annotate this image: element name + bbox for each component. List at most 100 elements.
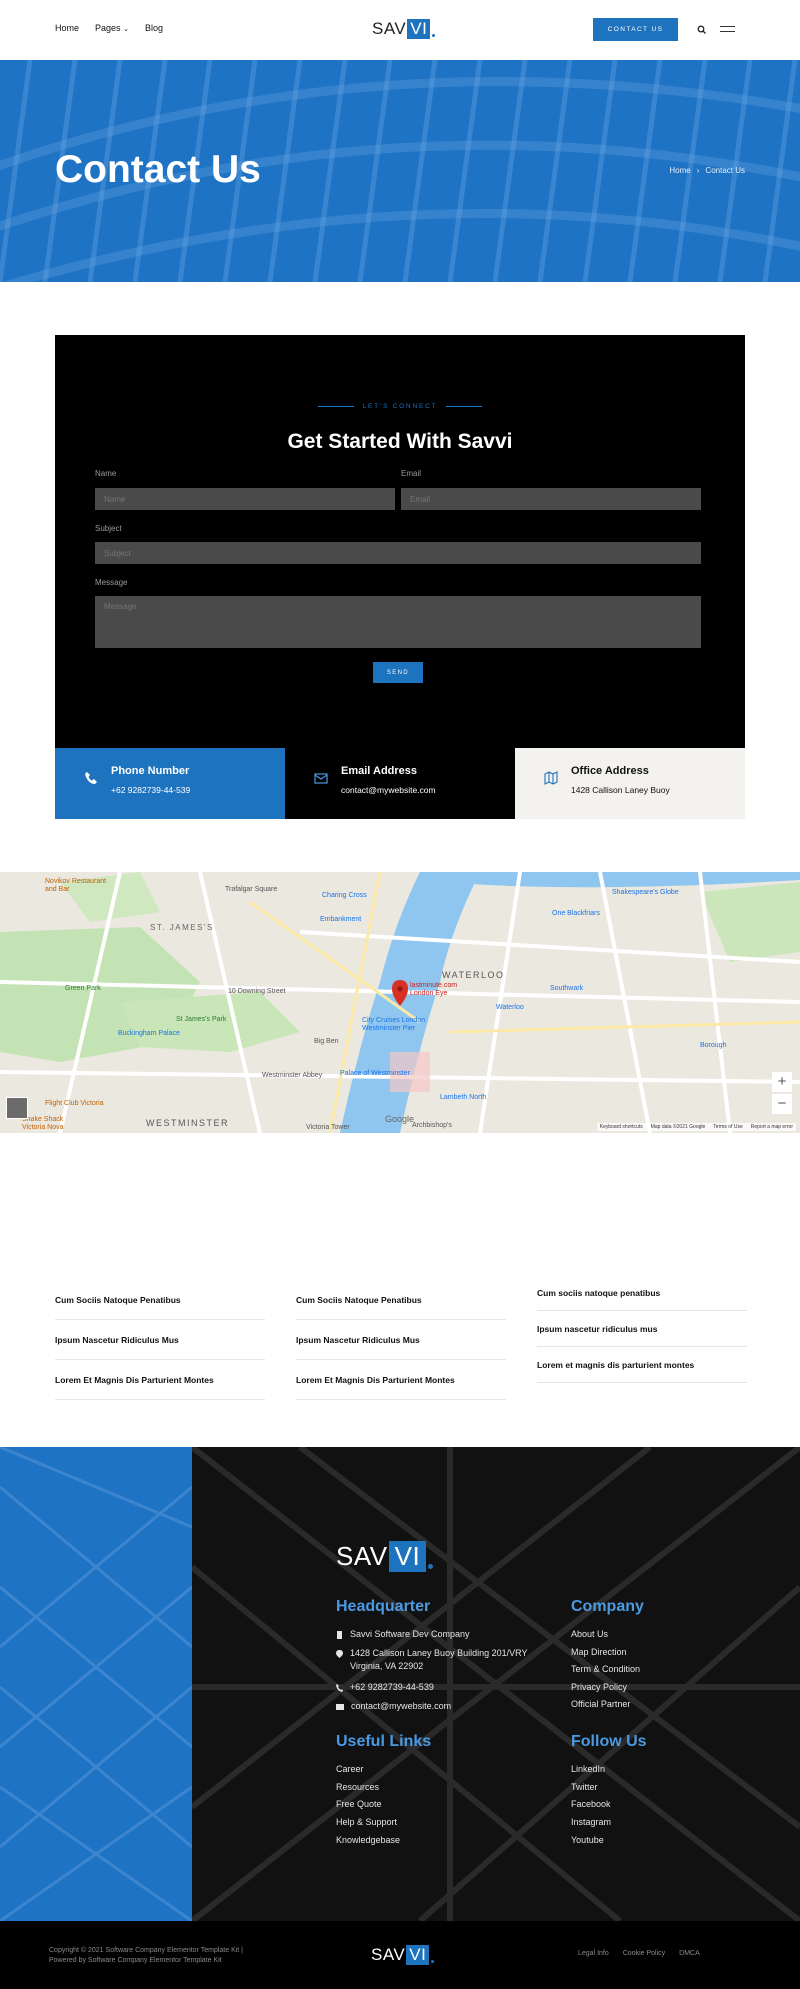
- bottom-bar: Copyright © 2021 Software Company Elemen…: [0, 1921, 800, 1989]
- map-keyboard-shortcuts[interactable]: Keyboard shortcuts: [600, 1124, 643, 1130]
- footer-link-kb[interactable]: Knowledgebase: [336, 1835, 400, 1845]
- google-map[interactable]: Trafalgar Square ST. JAMES'S WATERLOO WE…: [0, 872, 800, 1133]
- footer-logo-text: SAV: [336, 1541, 388, 1571]
- hq-address-line2: Virginia, VA 22902: [350, 1661, 424, 1671]
- hq-address: 1428 Callison Laney Buoy Building 201/VR…: [350, 1647, 527, 1673]
- hamburger-menu-icon[interactable]: [720, 26, 735, 34]
- message-textarea[interactable]: [95, 596, 701, 648]
- footer-link-privacy[interactable]: Privacy Policy: [571, 1682, 627, 1692]
- breadcrumb: Home › Contact Us: [669, 166, 745, 175]
- message-label: Message: [95, 578, 128, 587]
- map-label-waterloo-station: Waterloo: [496, 1004, 524, 1011]
- footer-link-career[interactable]: Career: [336, 1764, 364, 1774]
- cookie-policy-link[interactable]: Cookie Policy: [623, 1950, 665, 1957]
- nav-pages[interactable]: Pages ⌄: [95, 23, 129, 33]
- footer-link-quote[interactable]: Free Quote: [336, 1799, 382, 1809]
- list-item[interactable]: Cum Sociis Natoque Penatibus: [296, 1280, 506, 1320]
- legal-info-link[interactable]: Legal Info: [578, 1950, 609, 1957]
- copyright: Copyright © 2021 Software Company Elemen…: [49, 1946, 243, 1966]
- footer-link-map[interactable]: Map Direction: [571, 1647, 627, 1657]
- hq-address-line1: 1428 Callison Laney Buoy Building 201/VR…: [350, 1648, 528, 1658]
- email-card: Email Address contact@mywebsite.com: [285, 748, 515, 819]
- map-terms[interactable]: Terms of Use: [713, 1124, 742, 1130]
- footer-logo-box: VI: [388, 1541, 427, 1572]
- eyebrow-text: LET'S CONNECT: [362, 403, 438, 410]
- map-zoom-out-button[interactable]: −: [772, 1094, 792, 1114]
- name-input[interactable]: [95, 488, 395, 510]
- office-card-title: Office Address: [571, 765, 649, 777]
- map-label-st-james-park: St James's Park: [176, 1016, 227, 1023]
- email-card-title: Email Address: [341, 765, 418, 777]
- hq-phone-row: +62 9282739-44-539: [336, 1681, 434, 1694]
- hq-phone: +62 9282739-44-539: [350, 1682, 434, 1692]
- link-list-2: Cum Sociis Natoque Penatibus Ipsum Nasce…: [296, 1280, 506, 1400]
- contact-page: Home Pages ⌄ Blog SAV VI CONTACT US Conta…: [0, 0, 800, 1989]
- map-label-lambeth: Lambeth North: [440, 1094, 487, 1101]
- follow-us-heading: Follow Us: [571, 1733, 647, 1750]
- contact-form-section: LET'S CONNECT Get Started With Savvi Nam…: [55, 335, 745, 748]
- breadcrumb-current: Contact Us: [705, 166, 745, 175]
- subject-input[interactable]: [95, 542, 701, 564]
- site-logo[interactable]: SAV VI: [372, 19, 436, 39]
- footer-link-resources[interactable]: Resources: [336, 1782, 379, 1792]
- map-label-big-ben: Big Ben: [314, 1038, 339, 1045]
- footer-logo[interactable]: SAV VI: [336, 1541, 434, 1572]
- email-input[interactable]: [401, 488, 701, 510]
- contact-us-button[interactable]: CONTACT US: [593, 18, 678, 41]
- dmca-link[interactable]: DMCA: [679, 1950, 700, 1957]
- map-report-error[interactable]: Report a map error: [751, 1124, 793, 1130]
- map-label-pier: City Cruises London Westminster Pier: [362, 1017, 426, 1032]
- map-label-abbey: Westminster Abbey: [262, 1072, 323, 1079]
- map-icon: [544, 771, 558, 785]
- street-view-thumbnail[interactable]: [6, 1097, 28, 1119]
- map-pin-label[interactable]: lastminute.com London Eye: [410, 982, 470, 998]
- bottom-logo-dot: [431, 1959, 435, 1963]
- nav-blog[interactable]: Blog: [145, 23, 163, 33]
- hq-email[interactable]: contact@mywebsite.com: [351, 1700, 451, 1713]
- footer-link-about[interactable]: About Us: [571, 1629, 608, 1639]
- bottom-logo[interactable]: SAV VI: [371, 1945, 435, 1965]
- footer-link-youtube[interactable]: Youtube: [571, 1835, 604, 1845]
- map-label-shake-shack: Shake Shack Victoria Nova: [22, 1116, 64, 1131]
- hq-address-row: 1428 Callison Laney Buoy Building 201/VR…: [336, 1647, 527, 1673]
- list-item[interactable]: Ipsum nascetur ridiculus mus: [537, 1311, 747, 1347]
- footer-link-partner[interactable]: Official Partner: [571, 1699, 630, 1709]
- footer-blue-panel: [0, 1447, 192, 1921]
- footer-link-facebook[interactable]: Facebook: [571, 1799, 611, 1809]
- email-card-value: contact@mywebsite.com: [341, 785, 436, 795]
- useful-links-heading: Useful Links: [336, 1733, 432, 1750]
- list-item[interactable]: Ipsum Nascetur Ridiculus Mus: [296, 1320, 506, 1360]
- link-list-1: Cum Sociis Natoque Penatibus Ipsum Nasce…: [55, 1280, 265, 1400]
- form-title: Get Started With Savvi: [287, 430, 513, 453]
- footer-link-linkedin[interactable]: LinkedIn: [571, 1764, 605, 1774]
- list-item[interactable]: Lorem et magnis dis parturient montes: [537, 1347, 747, 1383]
- site-header: Home Pages ⌄ Blog SAV VI CONTACT US: [0, 0, 800, 60]
- map-zoom-in-button[interactable]: +: [772, 1072, 792, 1092]
- footer-link-help[interactable]: Help & Support: [336, 1817, 397, 1827]
- footer-link-twitter[interactable]: Twitter: [571, 1782, 598, 1792]
- phone-card-value: +62 9282739-44-539: [111, 785, 191, 795]
- map-label-buckingham: Buckingham Palace: [118, 1030, 180, 1037]
- nav-home[interactable]: Home: [55, 23, 79, 33]
- mail-icon: [336, 1704, 344, 1710]
- page-hero: Contact Us Home › Contact Us: [0, 60, 800, 282]
- map-attribution: Keyboard shortcuts Map data ©2021 Google…: [596, 1123, 796, 1131]
- map-label-st-james: ST. JAMES'S: [150, 923, 214, 932]
- list-item[interactable]: Lorem Et Magnis Dis Parturient Montes: [296, 1360, 506, 1400]
- footer-link-instagram[interactable]: Instagram: [571, 1817, 611, 1827]
- hq-email-row: contact@mywebsite.com: [336, 1700, 451, 1713]
- search-icon[interactable]: [697, 25, 707, 35]
- list-item[interactable]: Cum Sociis Natoque Penatibus: [55, 1280, 265, 1320]
- map-canvas: [0, 872, 800, 1133]
- logo-box: VI: [407, 19, 431, 39]
- footer-link-terms[interactable]: Term & Condition: [571, 1664, 640, 1674]
- list-item[interactable]: Lorem Et Magnis Dis Parturient Montes: [55, 1360, 265, 1400]
- send-button[interactable]: SEND: [373, 662, 423, 683]
- map-google-logo: Google: [385, 1114, 415, 1124]
- map-label-palace: Palace of Westminster: [340, 1070, 410, 1077]
- list-item[interactable]: Cum sociis natoque penatibus: [537, 1275, 747, 1311]
- map-label-archbishops: Archbishop's: [412, 1122, 452, 1129]
- list-item[interactable]: Ipsum Nascetur Ridiculus Mus: [55, 1320, 265, 1360]
- breadcrumb-home[interactable]: Home: [669, 166, 690, 175]
- site-footer: SAV VI Headquarter Savvi Software Dev Com…: [0, 1447, 800, 1921]
